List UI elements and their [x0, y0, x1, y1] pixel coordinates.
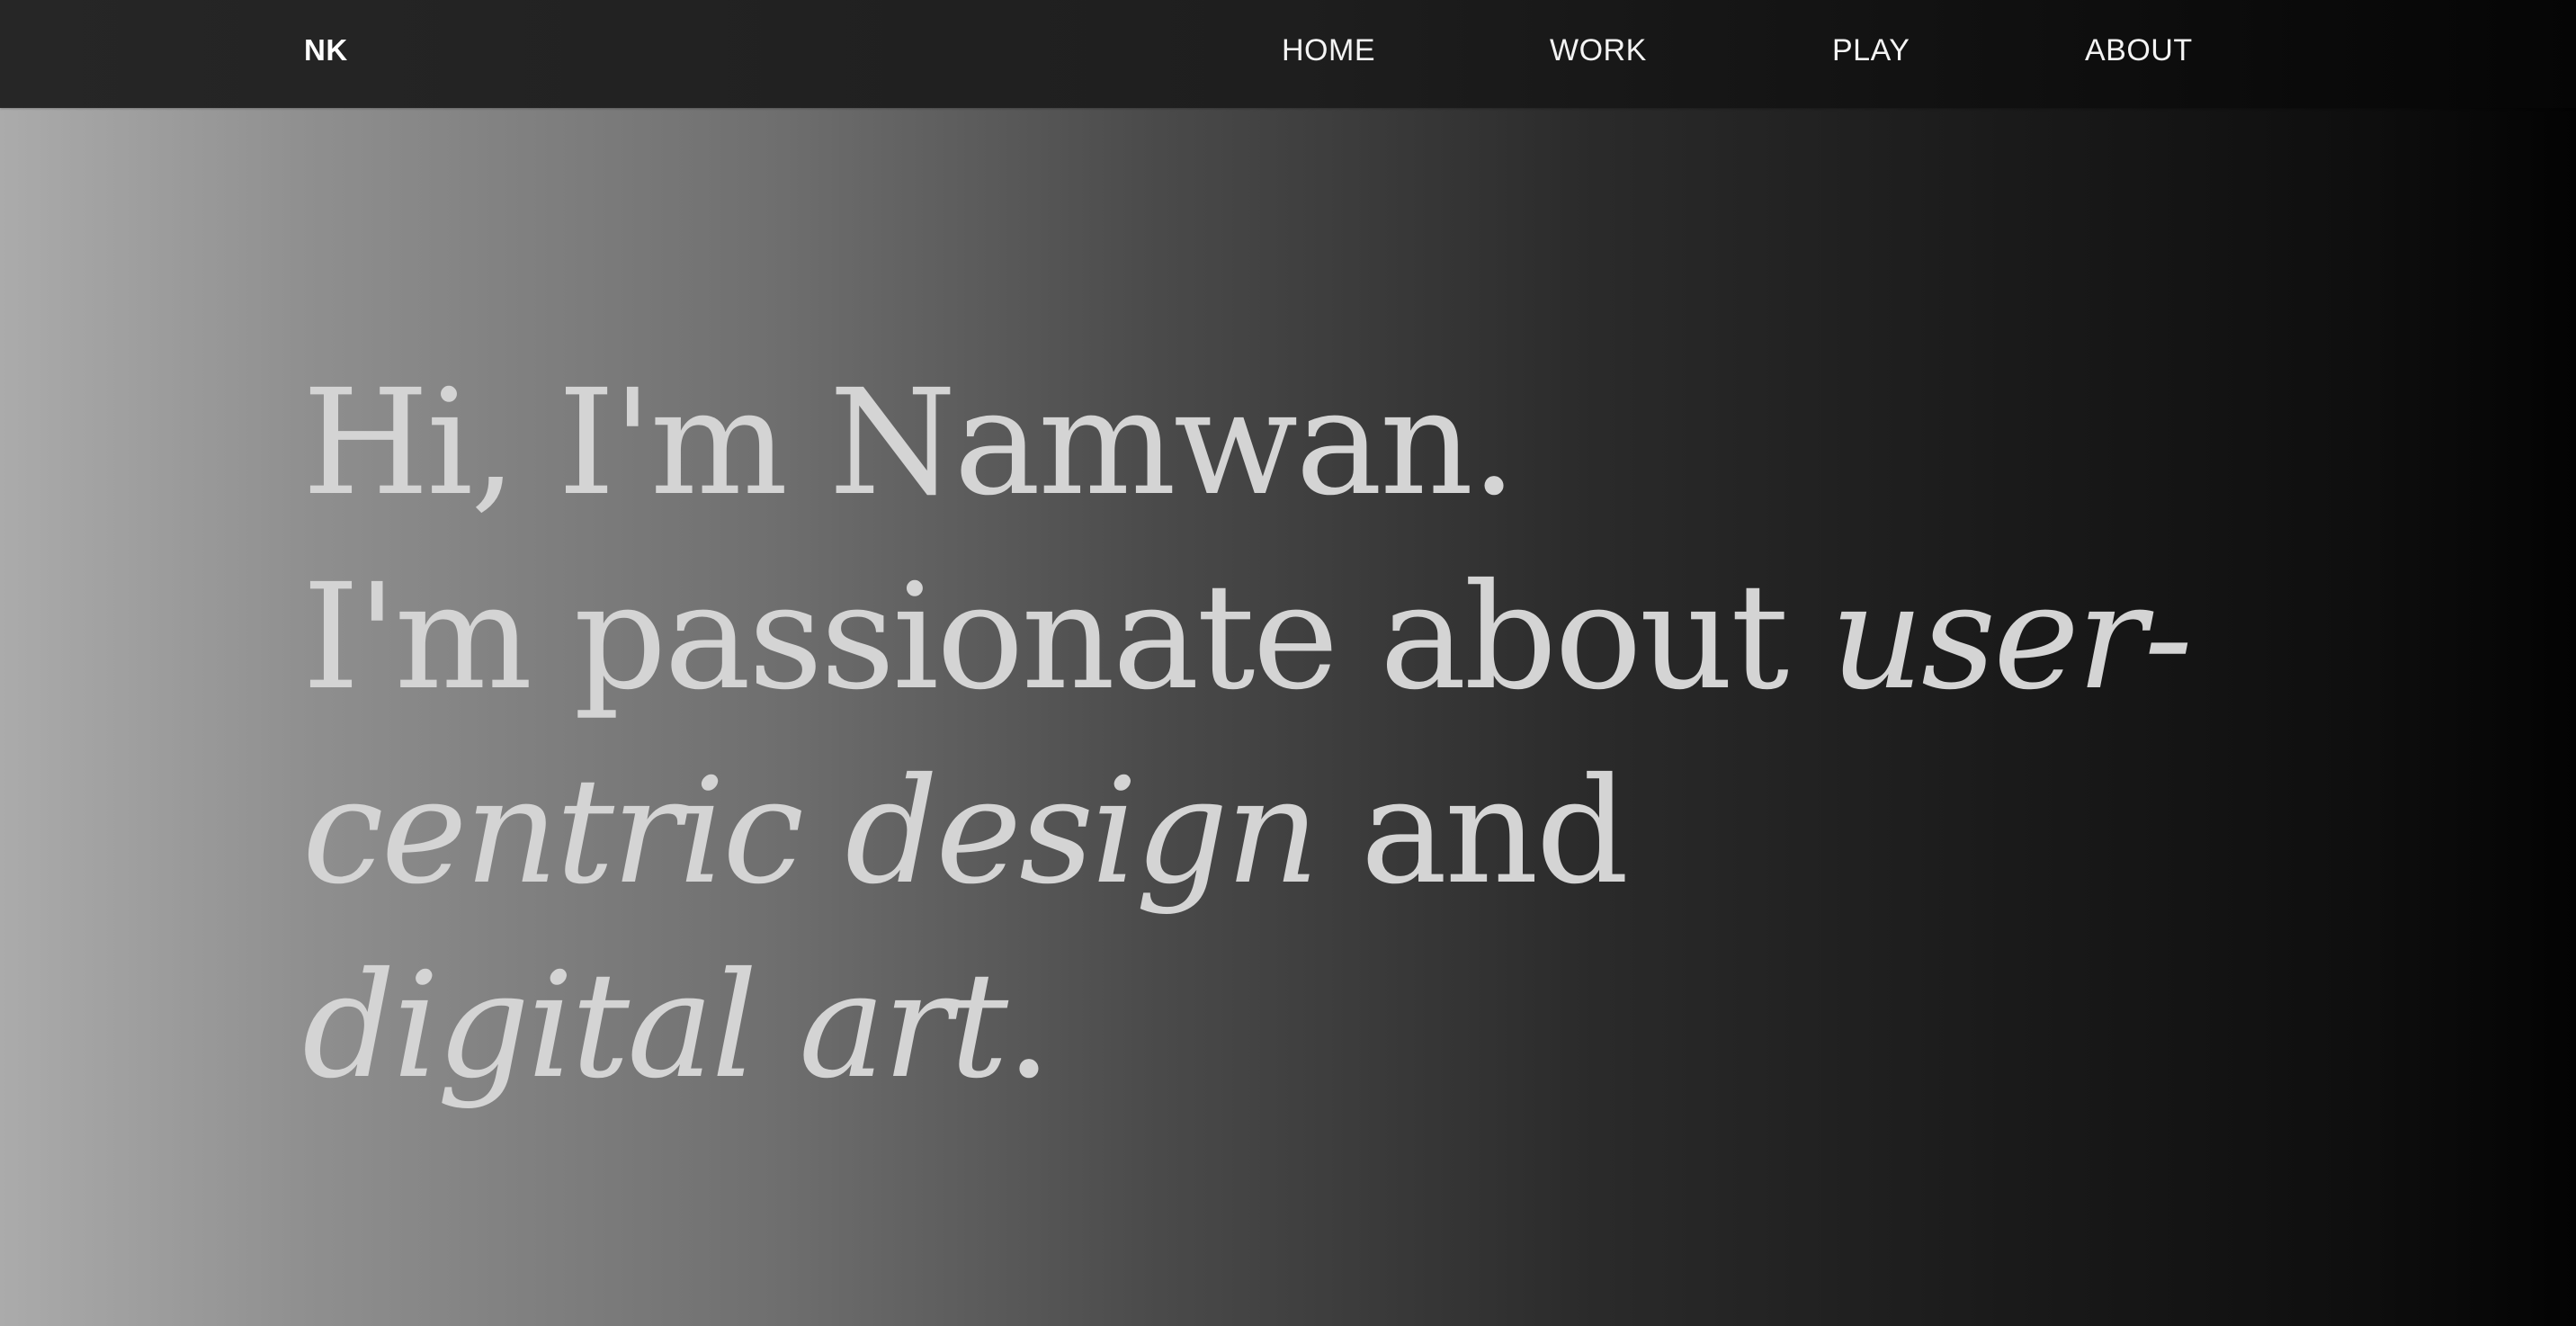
nav-link-home[interactable]: HOME	[1282, 31, 1375, 70]
hero-emphasis-digital-art: digital art	[302, 942, 1008, 1111]
hero-intro-text: I'm passionate about	[302, 553, 1830, 722]
hero-headline: Hi, I'm Namwan. I'm passionate about use…	[302, 346, 2371, 1124]
nav-link-play[interactable]: PLAY	[1832, 31, 1910, 70]
logo-link[interactable]: NK	[304, 31, 348, 70]
hero-greeting: Hi, I'm Namwan.	[302, 359, 1517, 528]
hero-line-2: I'm passionate about user-	[302, 541, 2371, 735]
hero-line-4: digital art.	[302, 929, 2371, 1124]
top-navigation-bar: NK HOME WORK PLAY ABOUT	[0, 0, 2576, 108]
hero-emphasis-user: user-	[1829, 553, 2194, 722]
hero-line-3: centric design and	[302, 735, 2371, 929]
hero-emphasis-centric-design: centric design	[302, 748, 1319, 917]
hero-end-punctuation: .	[1006, 942, 1051, 1111]
hero-connector-text: and	[1317, 748, 1630, 917]
nav-link-about[interactable]: ABOUT	[2085, 31, 2193, 70]
nav-link-work[interactable]: WORK	[1550, 31, 1647, 70]
